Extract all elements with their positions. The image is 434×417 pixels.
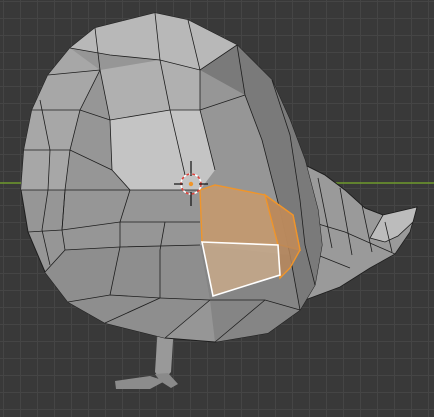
bird-tail[interactable] — [304, 164, 418, 301]
3d-viewport[interactable] — [0, 0, 434, 417]
bird-body[interactable] — [20, 12, 323, 343]
viewport-canvas[interactable] — [0, 0, 434, 417]
